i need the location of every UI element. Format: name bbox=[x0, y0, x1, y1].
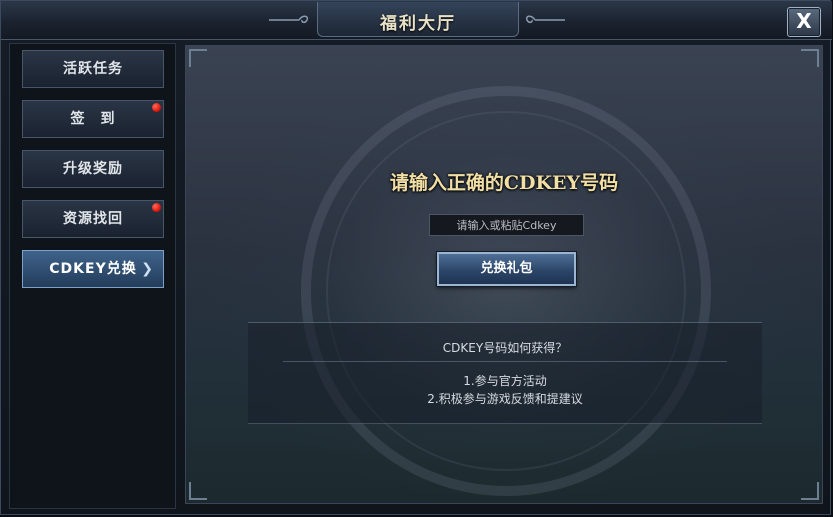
notification-badge bbox=[152, 203, 161, 212]
info-title: CDKEY号码如何获得？ bbox=[442, 341, 568, 355]
notification-badge bbox=[152, 103, 161, 112]
sidebar-item-label: 活跃任务 bbox=[63, 61, 123, 77]
cdkey-panel: 请输入正确的CDKEY号码 兑换礼包 CDKEY号码如何获得？ 1.参与官方活动… bbox=[185, 45, 823, 504]
sidebar-item-active-tasks[interactable]: 活跃任务 bbox=[22, 50, 164, 88]
corner-ornament-icon bbox=[189, 49, 207, 67]
chevron-right-icon: ❯ bbox=[141, 261, 154, 277]
cdkey-info-box: CDKEY号码如何获得？ 1.参与官方活动 2.积极参与游戏反馈和提建议 bbox=[248, 322, 762, 424]
divider bbox=[283, 361, 727, 362]
window-title: 福利大厅 bbox=[380, 14, 456, 34]
sidebar-item-label: 资源找回 bbox=[63, 211, 123, 227]
cdkey-heading: 请输入正确的CDKEY号码 bbox=[389, 172, 619, 194]
sidebar-item-level-rewards[interactable]: 升级奖励 bbox=[22, 150, 164, 188]
cdkey-input[interactable] bbox=[429, 214, 584, 236]
title-ornament-left-icon bbox=[269, 15, 309, 24]
title-plaque: 福利大厅 bbox=[317, 2, 519, 37]
corner-ornament-icon bbox=[801, 49, 819, 67]
sidebar-item-cdkey-redeem[interactable]: CDKEY兑换 ❯ bbox=[22, 250, 164, 288]
sidebar-item-sign-in[interactable]: 签 到 bbox=[22, 100, 164, 138]
close-button[interactable]: X bbox=[787, 7, 821, 37]
title-bar[interactable]: 福利大厅 X bbox=[1, 1, 832, 40]
sidebar-item-label: 升级奖励 bbox=[63, 161, 123, 177]
corner-ornament-icon bbox=[189, 482, 207, 500]
sidebar-item-resource-recovery[interactable]: 资源找回 bbox=[22, 200, 164, 238]
info-line: 1.参与官方活动 bbox=[463, 374, 547, 388]
sidebar: 活跃任务 签 到 升级奖励 资源找回 CDKEY兑换 ❯ bbox=[9, 43, 176, 509]
corner-ornament-icon bbox=[801, 482, 819, 500]
title-ornament-right-icon bbox=[525, 15, 565, 24]
info-line: 2.积极参与游戏反馈和提建议 bbox=[427, 392, 583, 406]
sidebar-item-label: CDKEY兑换 bbox=[49, 261, 137, 277]
redeem-gift-button[interactable]: 兑换礼包 bbox=[437, 252, 576, 286]
sidebar-item-label: 签 到 bbox=[70, 111, 116, 127]
welfare-hall-window: 福利大厅 X 活跃任务 签 到 升级奖励 资源找回 CDKEY兑换 ❯ 请输入正… bbox=[0, 0, 832, 515]
